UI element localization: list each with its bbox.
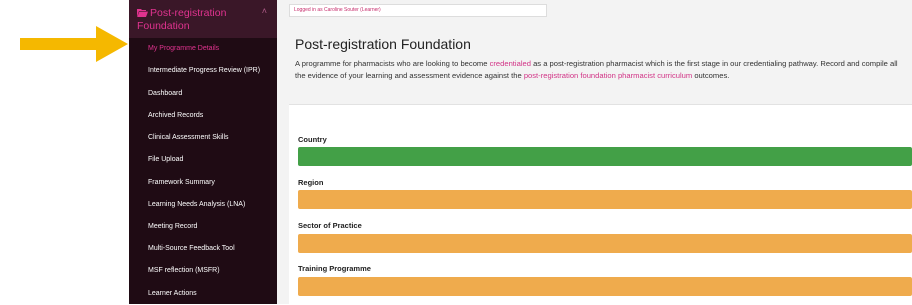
description-text-3: outcomes. [692,70,730,80]
sidebar-item-learning-needs-analysis[interactable]: Learning Needs Analysis (LNA) [129,194,277,216]
sector-of-practice-field[interactable] [298,234,912,253]
chevron-up-icon[interactable]: ˄ [262,6,267,16]
sidebar-item-clinical-assessment-skills[interactable]: Clinical Assessment Skills [129,127,277,149]
main-content: Logged in as Caroline Souter (Learner) P… [277,0,912,305]
sidebar-item-file-upload[interactable]: File Upload [129,149,277,171]
region-label: Region [298,178,324,187]
country-field[interactable] [298,147,912,166]
programme-details-card: Country Region Sector of Practice Traini… [289,104,912,305]
sidebar: Post-registration Foundation ˄ My Progra… [129,0,277,304]
sector-of-practice-label: Sector of Practice [298,221,362,230]
sidebar-item-msf-reflection[interactable]: MSF reflection (MSFR) [129,260,277,282]
sidebar-item-multi-source-feedback-tool[interactable]: Multi-Source Feedback Tool [129,238,277,260]
sidebar-item-learner-actions[interactable]: Learner Actions [129,283,277,304]
credentialed-link[interactable]: credentialed [490,59,531,68]
training-programme-field[interactable] [298,277,912,296]
description-text-1: A programme for pharmacists who are look… [295,59,490,68]
login-status: Logged in as Caroline Souter (Learner) [289,4,547,17]
sidebar-item-my-programme-details[interactable]: My Programme Details [129,38,277,60]
login-user[interactable]: Caroline Souter (Learner) [324,7,381,13]
sidebar-item-framework-summary[interactable]: Framework Summary [129,172,277,194]
sidebar-item-meeting-record[interactable]: Meeting Record [129,216,277,238]
sidebar-item-archived-records[interactable]: Archived Records [129,105,277,127]
page-title: Post-registration Foundation [295,36,471,52]
curriculum-link[interactable]: post-registration foundation pharmacist … [524,71,692,80]
sidebar-header[interactable]: Post-registration Foundation ˄ [129,0,277,38]
annotation-arrow-icon [20,26,128,62]
sidebar-header-title: Post-registration Foundation [137,7,227,32]
country-label: Country [298,135,327,144]
programme-intro-card: Post-registration Foundation A programme… [289,28,912,88]
region-field[interactable] [298,190,912,209]
sidebar-item-dashboard[interactable]: Dashboard [129,83,277,105]
sidebar-item-intermediate-progress-review[interactable]: Intermediate Progress Review (IPR) [129,60,277,82]
login-prefix: Logged in as [294,7,325,13]
programme-description: A programme for pharmacists who are look… [295,58,907,81]
training-programme-label: Training Programme [298,264,371,273]
